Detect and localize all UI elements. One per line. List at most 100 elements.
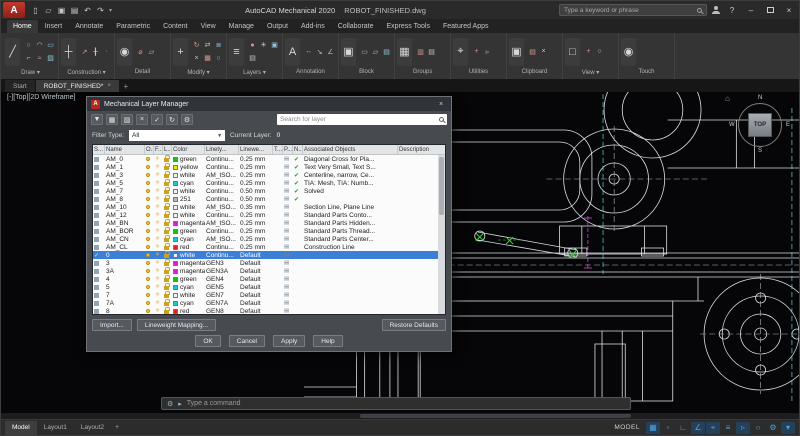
layer-on-toggle[interactable] — [145, 211, 154, 219]
layer-row[interactable]: AM_1 ☀ yellow Continu... 0.25 mm ▤ ✔ Tex… — [93, 163, 438, 171]
apply-button[interactable]: Apply — [273, 335, 305, 347]
layer-row[interactable]: ✓ 0 ☀ white Continu... Default ▤ — [93, 251, 438, 259]
viewcube-west[interactable]: W — [729, 122, 735, 128]
layer-lineweight[interactable]: 0.50 mm — [239, 195, 273, 203]
layer-freeze-toggle[interactable]: ☀ — [154, 227, 163, 235]
layer-on-icon[interactable]: ● — [247, 39, 258, 52]
angle-icon[interactable]: ∠ — [325, 45, 336, 58]
layer-plot-toggle[interactable]: ▤ — [283, 219, 293, 227]
layer-color-cell[interactable]: red — [172, 243, 205, 251]
panel-label-modify[interactable]: Modify ▾ — [173, 69, 224, 79]
layer-on-toggle[interactable] — [145, 227, 154, 235]
layer-transparency[interactable] — [273, 195, 283, 203]
viewcube-top-face[interactable]: TOP — [748, 113, 772, 137]
layer-row[interactable]: AM_3 ☀ white AM_ISO... 0.25 mm ▤ ✔ Cente… — [93, 171, 438, 179]
ribbon-tab-content[interactable]: Content — [157, 20, 194, 33]
osnap-icon[interactable]: ⌖ — [706, 422, 720, 434]
viewcube-south[interactable]: S — [758, 148, 762, 154]
layer-lineweight[interactable]: 0.25 mm — [239, 227, 273, 235]
layer-lineweight[interactable]: 0.25 mm — [239, 163, 273, 171]
polar-icon[interactable]: ∠ — [691, 422, 705, 434]
layer-lock-toggle[interactable] — [163, 203, 172, 211]
layer-linetype[interactable]: GEN4 — [205, 275, 239, 283]
layer-on-toggle[interactable] — [145, 291, 154, 299]
layer-states-icon[interactable]: ▦ — [106, 114, 118, 125]
offset-icon[interactable]: ≣ — [213, 39, 224, 52]
redo-icon[interactable]: ↷ — [94, 6, 107, 15]
touch-icon[interactable]: ◉ — [621, 38, 636, 66]
layer-on-toggle[interactable] — [145, 267, 154, 275]
ungroup-icon[interactable]: ▥ — [415, 45, 426, 58]
model-space-canvas[interactable]: [-][Top][2D Wireframe] ⌂ N S W E TOP A M… — [1, 92, 799, 419]
detail-view-icon[interactable]: ◉ — [117, 38, 132, 66]
layer-color-cell[interactable]: magenta — [172, 259, 205, 267]
model-space-indicator[interactable]: MODEL — [614, 424, 640, 431]
layer-lock-toggle[interactable] — [163, 259, 172, 267]
insert-block-icon[interactable]: ▣ — [341, 38, 356, 66]
layer-table-header[interactable]: S...NameO...F...L...ColorLinety...Linewe… — [93, 145, 445, 155]
help-search-input[interactable]: Type a keyword or phrase — [559, 4, 707, 16]
layer-freeze-toggle[interactable]: ☀ — [154, 187, 163, 195]
layer-row[interactable]: 7A ☀ cyan GEN7A Default ▤ — [93, 299, 438, 307]
arc-icon[interactable]: ◠ — [34, 39, 45, 52]
layer-on-toggle[interactable] — [145, 275, 154, 283]
column-header-associated-objects[interactable]: Associated Objects — [303, 145, 398, 154]
layer-freeze-toggle[interactable]: ☀ — [154, 307, 163, 314]
layer-freeze-toggle[interactable]: ☀ — [154, 259, 163, 267]
create-block-icon[interactable]: ▭ — [359, 45, 370, 58]
layer-row[interactable]: AM_BN ☀ magenta AM_ISO... 0.25 mm ▤ Stan… — [93, 219, 438, 227]
layer-transparency[interactable] — [273, 211, 283, 219]
layer-linetype[interactable]: GEN3 — [205, 259, 239, 267]
zoom-icon[interactable]: ○ — [213, 52, 224, 65]
undo-icon[interactable]: ↶ — [81, 6, 94, 15]
minimize-button[interactable]: – — [744, 6, 758, 15]
column-header-linewe[interactable]: Linewe... — [239, 145, 273, 154]
refresh-icon[interactable]: ↻ — [166, 114, 178, 125]
new-drawing-tab-button[interactable]: + — [120, 80, 132, 92]
column-header-name[interactable]: Name — [105, 145, 145, 154]
layer-freeze-toggle[interactable]: ☀ — [154, 203, 163, 211]
app-menu-button[interactable]: A — [3, 2, 25, 18]
layer-plot-toggle[interactable]: ▤ — [283, 179, 293, 187]
quick-select-icon[interactable]: ▹ — [482, 45, 493, 58]
layer-transparency[interactable] — [273, 283, 283, 291]
new-icon[interactable]: ▯ — [29, 6, 42, 15]
layer-transparency[interactable] — [273, 299, 283, 307]
mirror-icon[interactable]: ⇄ — [202, 39, 213, 52]
layer-linetype[interactable]: Continu... — [205, 155, 239, 163]
ribbon-tab-output[interactable]: Output — [261, 20, 294, 33]
layer-linetype[interactable]: Continu... — [205, 179, 239, 187]
column-header-o[interactable]: O... — [145, 145, 154, 154]
layer-plot-toggle[interactable]: ▤ — [283, 235, 293, 243]
layer-freeze-toggle[interactable]: ☀ — [154, 155, 163, 163]
layer-plot-toggle[interactable]: ▤ — [283, 155, 293, 163]
layer-lineweight[interactable]: 0.25 mm — [239, 219, 273, 227]
layer-filter-icon[interactable]: ▼ — [91, 114, 103, 125]
layer-transparency[interactable] — [273, 259, 283, 267]
layer-freeze-toggle[interactable]: ☀ — [154, 243, 163, 251]
layer-on-toggle[interactable] — [145, 299, 154, 307]
rotate-icon[interactable]: ↻ — [191, 39, 202, 52]
layer-plot-toggle[interactable]: ▤ — [283, 283, 293, 291]
layer-row[interactable]: 3 ☀ magenta GEN3 Default ▤ — [93, 259, 438, 267]
array-icon[interactable]: ▦ — [202, 52, 213, 65]
layout-tab-model[interactable]: Model — [5, 421, 37, 435]
layout-tab-layout2[interactable]: Layout2 — [74, 421, 111, 435]
column-header-f[interactable]: F... — [154, 145, 163, 154]
layer-on-toggle[interactable] — [145, 259, 154, 267]
layer-lock-toggle[interactable] — [163, 171, 172, 179]
layer-on-toggle[interactable] — [145, 163, 154, 171]
layer-linetype[interactable]: Continu... — [205, 251, 239, 259]
text-icon[interactable]: A — [285, 38, 300, 66]
layer-on-toggle[interactable] — [145, 203, 154, 211]
panel-label-annotation[interactable]: Annotation — [285, 69, 336, 79]
layer-freeze-toggle[interactable]: ☀ — [154, 283, 163, 291]
layer-plot-toggle[interactable]: ▤ — [283, 211, 293, 219]
layer-freeze-toggle[interactable]: ☀ — [154, 299, 163, 307]
layer-freeze-toggle[interactable]: ☀ — [154, 195, 163, 203]
layer-linetype[interactable]: AM_ISO... — [205, 235, 239, 243]
layer-lineweight[interactable]: 0.25 mm — [239, 211, 273, 219]
layer-lineweight[interactable]: Default — [239, 275, 273, 283]
layer-color-cell[interactable]: green — [172, 227, 205, 235]
move-icon[interactable]: + — [173, 38, 188, 66]
